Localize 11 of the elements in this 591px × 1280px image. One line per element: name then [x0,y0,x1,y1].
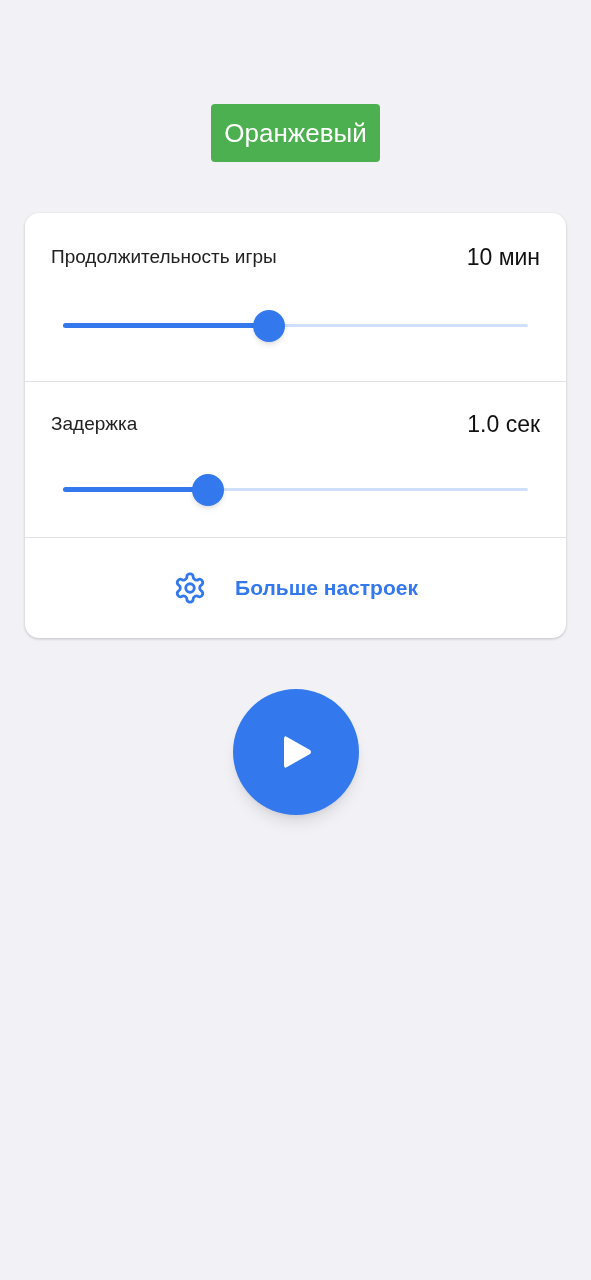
slider[interactable] [63,309,528,342]
color-badge: Оранжевый [211,104,380,162]
setting-label: Задержка [51,412,138,436]
slider-thumb[interactable] [192,473,225,506]
slider-thumb[interactable] [253,309,285,342]
setting-value: 10 мин [466,243,540,272]
setting-value: 1.0 сек [467,410,540,439]
play-icon [283,735,312,769]
setting-label: Продолжительность игры [51,245,277,269]
more-settings-button[interactable]: Больше настроек [173,571,418,605]
slider[interactable] [63,473,528,506]
